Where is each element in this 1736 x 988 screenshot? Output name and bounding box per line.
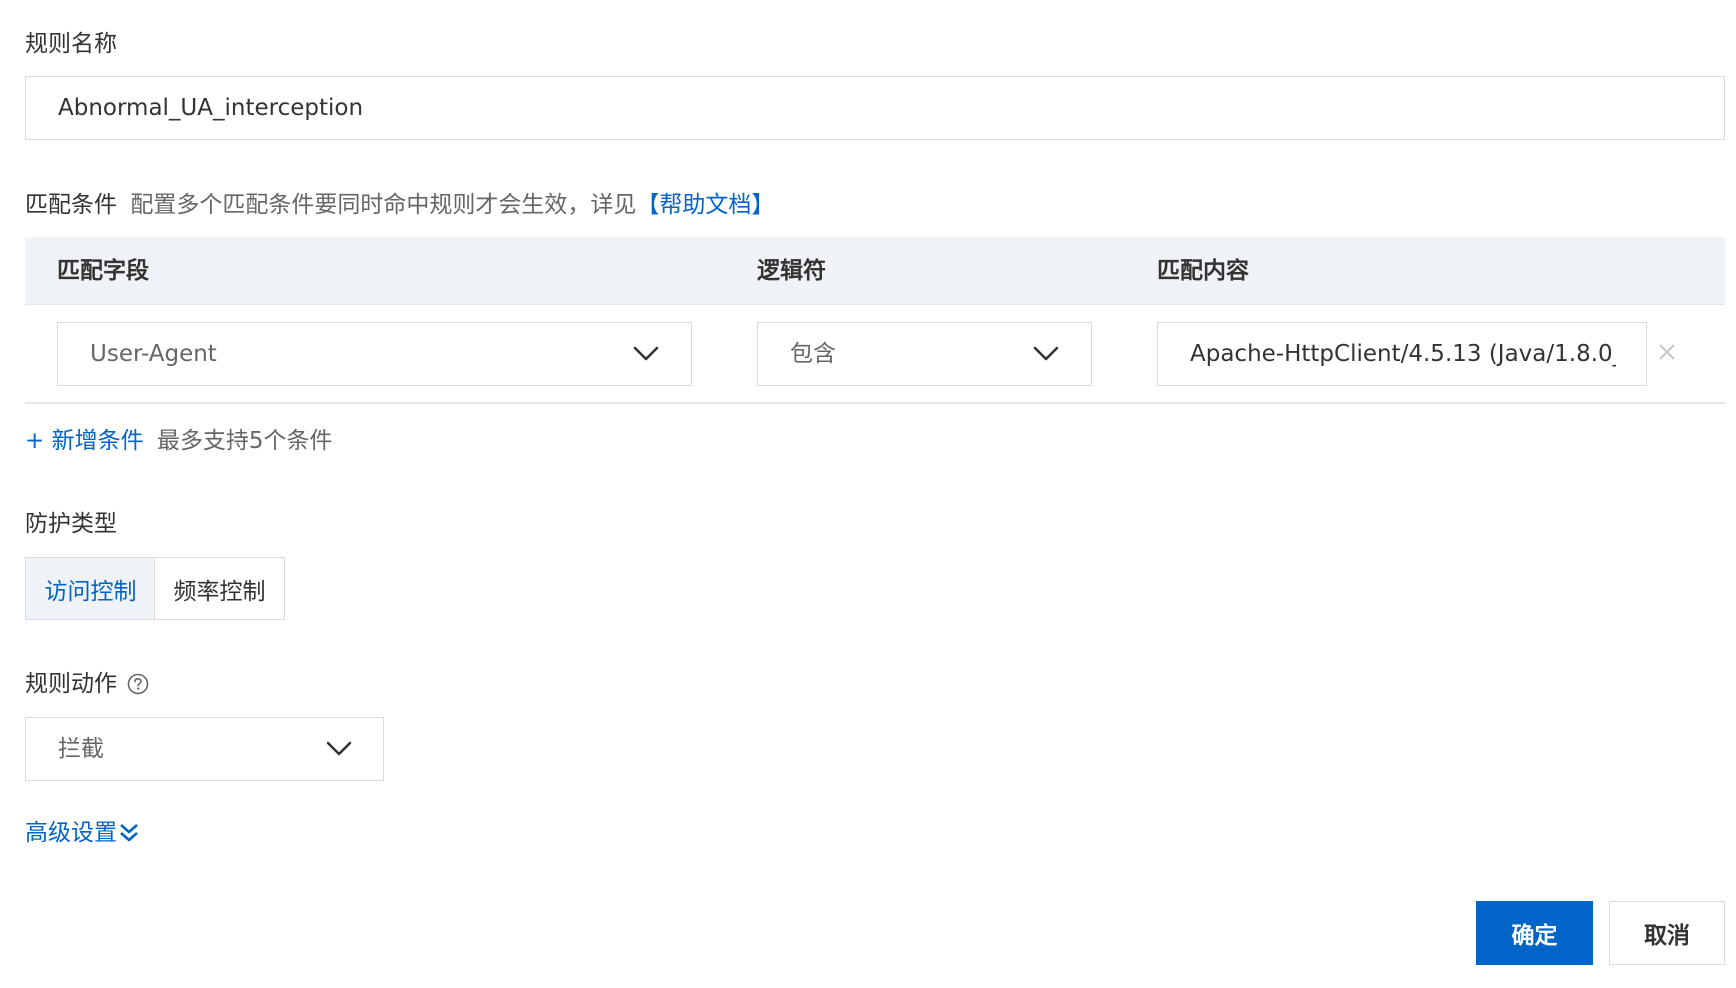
question-circle-icon[interactable]: [127, 673, 149, 695]
column-header-operator: 逻辑符: [757, 258, 826, 284]
rule-name-value: Abnormal_UA_interception: [58, 95, 364, 121]
add-condition-hint: 最多支持5个条件: [156, 428, 333, 454]
operator-value: 包含: [790, 341, 836, 367]
cancel-button[interactable]: 取消: [1609, 901, 1725, 965]
chevron-down-icon: [633, 346, 659, 362]
add-condition-button[interactable]: + 新增条件: [25, 428, 144, 454]
rule-action-heading: 规则动作: [25, 669, 149, 699]
help-doc-link[interactable]: 【帮助文档】: [636, 192, 774, 218]
rule-action-label: 规则动作: [25, 671, 117, 697]
advanced-settings-toggle[interactable]: 高级设置: [25, 818, 140, 848]
chevron-down-icon: [1033, 346, 1059, 362]
protection-option-access-control[interactable]: 访问控制: [25, 557, 156, 620]
rule-action-select[interactable]: 拦截: [25, 717, 384, 781]
match-conditions-label: 匹配条件: [25, 192, 117, 218]
rule-action-value: 拦截: [58, 736, 104, 762]
rule-name-input[interactable]: Abnormal_UA_interception: [25, 76, 1725, 140]
match-content-value: Apache-HttpClient/4.5.13 (Java/1.8.0_: [1190, 341, 1616, 367]
column-header-content: 匹配内容: [1157, 258, 1249, 284]
advanced-settings-label: 高级设置: [25, 820, 117, 846]
rule-name-label: 规则名称: [25, 31, 117, 57]
operator-select[interactable]: 包含: [757, 322, 1092, 386]
double-chevron-down-icon: [118, 822, 140, 844]
conditions-table-header: 匹配字段 逻辑符 匹配内容: [25, 237, 1725, 305]
protection-option-rate-limit[interactable]: 频率控制: [154, 557, 285, 620]
match-content-input[interactable]: Apache-HttpClient/4.5.13 (Java/1.8.0_: [1157, 322, 1647, 386]
remove-condition-icon[interactable]: [1657, 342, 1677, 362]
chevron-down-icon: [326, 741, 352, 757]
confirm-button[interactable]: 确定: [1476, 901, 1593, 965]
match-conditions-heading: 匹配条件 配置多个匹配条件要同时命中规则才会生效，详见【帮助文档】: [25, 190, 774, 220]
match-field-value: User-Agent: [90, 341, 217, 367]
match-conditions-description: 配置多个匹配条件要同时命中规则才会生效，详见: [130, 192, 637, 218]
match-field-select[interactable]: User-Agent: [57, 322, 692, 386]
column-header-field: 匹配字段: [57, 258, 149, 284]
protection-type-label: 防护类型: [25, 511, 117, 537]
add-condition-row: + 新增条件 最多支持5个条件: [25, 426, 333, 456]
table-row-divider: [25, 402, 1725, 404]
